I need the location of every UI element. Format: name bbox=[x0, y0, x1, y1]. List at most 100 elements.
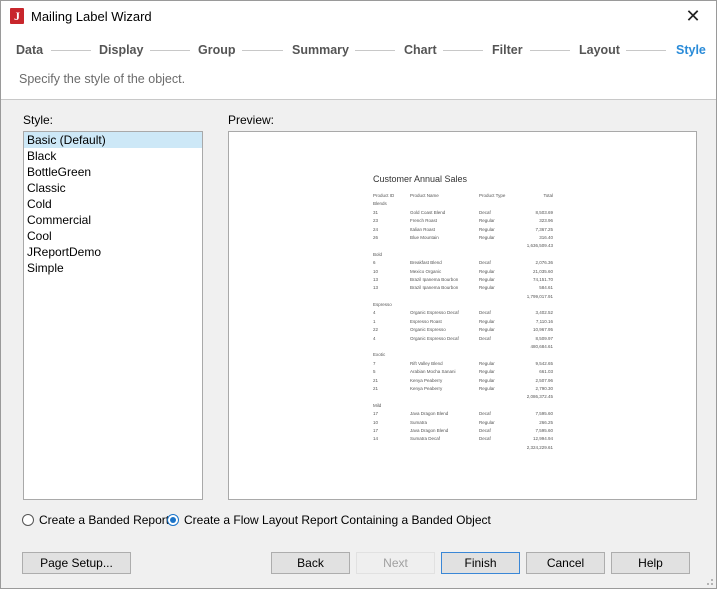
report-cell: Decaf bbox=[479, 209, 491, 215]
step-style[interactable]: Style bbox=[676, 43, 706, 57]
report-cell: 10 bbox=[373, 268, 379, 274]
report-cell: 21 bbox=[373, 377, 379, 383]
report-cell: Regular bbox=[479, 318, 495, 324]
style-list-item[interactable]: Commercial bbox=[24, 212, 202, 228]
report-cell: 7 bbox=[373, 360, 376, 366]
report-cell: Brazil Ipanema Bourbon bbox=[410, 285, 459, 291]
step-display[interactable]: Display bbox=[99, 43, 143, 57]
report-row: 4 Organic Espresso Decaf Decaf 8,509.97 bbox=[373, 336, 553, 344]
style-list-item[interactable]: Black bbox=[24, 148, 202, 164]
flow-layout-label[interactable]: Create a Flow Layout Report Containing a… bbox=[184, 513, 491, 527]
report-cell: 2,076.36 bbox=[535, 260, 553, 266]
preview-label: Preview: bbox=[228, 113, 275, 127]
cancel-button[interactable]: Cancel bbox=[526, 552, 605, 574]
report-row: Bold bbox=[373, 252, 553, 260]
report-cell: Sumatra Decaf bbox=[410, 436, 441, 442]
style-list-item[interactable]: Simple bbox=[24, 260, 202, 276]
report-header-row: Product ID Product Name Product Type Tot… bbox=[373, 193, 553, 201]
report-row: 13 Brazil Ipanema Bourbon Regular 74,151.70 bbox=[373, 277, 553, 285]
report-row: 23 French Roast Regular 323.96 bbox=[373, 218, 553, 226]
page-setup-button[interactable]: Page Setup... bbox=[22, 552, 131, 574]
report-row: 22 Organic Espresso Regular 10,967.95 bbox=[373, 327, 553, 335]
style-list[interactable]: Basic (Default) Black BottleGreen Classic Co… bbox=[23, 131, 203, 500]
report-row: 17 Java Dragon Blend Decaf 7,595.60 bbox=[373, 428, 553, 436]
report-cell: 6 bbox=[373, 260, 376, 266]
instruction-area: Specify the style of the object. bbox=[1, 68, 716, 100]
report-cell: 4 bbox=[373, 335, 376, 341]
style-list-item[interactable]: Basic (Default) bbox=[24, 132, 202, 148]
report-cell: 22 bbox=[373, 327, 379, 333]
report-cell: Kenya Peaberry bbox=[410, 377, 443, 383]
report-cell: Regular bbox=[479, 327, 495, 333]
report-row: 17 Java Dragon Blend Decaf 7,595.60 bbox=[373, 411, 553, 419]
report-cell: Regular bbox=[479, 385, 495, 391]
report-cell: Java Dragon Blend bbox=[410, 411, 449, 417]
report-cell: Decaf bbox=[479, 427, 491, 433]
report-cell: Decaf bbox=[479, 335, 491, 341]
report-cell: Regular bbox=[479, 369, 495, 375]
report-cell: 2,790.30 bbox=[535, 385, 553, 391]
help-button[interactable]: Help bbox=[611, 552, 690, 574]
banded-report-radio[interactable] bbox=[22, 514, 34, 526]
report-cell: 17 bbox=[373, 427, 379, 433]
report-row: 21 Kenya Peaberry Regular 2,790.30 bbox=[373, 386, 553, 394]
report-cell: Gold Coast Blend bbox=[410, 209, 446, 215]
report-cell: 21,035.60 bbox=[532, 268, 553, 274]
style-label: Style: bbox=[23, 113, 54, 127]
flow-layout-radio[interactable] bbox=[167, 514, 179, 526]
step-divider bbox=[150, 50, 190, 51]
report-cell: 1 bbox=[373, 318, 376, 324]
report-row: 13 Brazil Ipanema Bourbon Regular 584.61 bbox=[373, 285, 553, 293]
report-cell: 10 bbox=[373, 419, 379, 425]
report-cell: Regular bbox=[479, 234, 495, 240]
report-cell: Organic Espresso bbox=[410, 327, 446, 333]
step-group[interactable]: Group bbox=[198, 43, 236, 57]
report-cell: 13 bbox=[373, 276, 379, 282]
report-row: 31 Gold Coast Blend Decaf 8,503.69 bbox=[373, 210, 553, 218]
wizard-steps: Data Display Group Summary Chart Filter … bbox=[1, 32, 716, 68]
report-cell: Espresso Roast bbox=[410, 318, 442, 324]
flow-layout-option[interactable]: Create a Flow Layout Report Containing a… bbox=[167, 513, 491, 527]
report-cell: Espresso bbox=[373, 302, 392, 308]
report-cell: 323.96 bbox=[539, 218, 553, 224]
step-filter[interactable]: Filter bbox=[492, 43, 523, 57]
report-cell: Blends bbox=[373, 201, 387, 207]
instruction-text: Specify the style of the object. bbox=[19, 72, 186, 86]
report-cell: 5 bbox=[373, 369, 376, 375]
report-cell: Italian Roast bbox=[410, 226, 436, 232]
report-cell: 24 bbox=[373, 226, 379, 232]
step-divider bbox=[626, 50, 666, 51]
report-row: 480,684.61 bbox=[373, 344, 553, 352]
style-list-item[interactable]: BottleGreen bbox=[24, 164, 202, 180]
report-cell: Regular bbox=[479, 360, 495, 366]
report-row: 7 Rift Valley Blend Regular 9,542.65 bbox=[373, 361, 553, 369]
step-chart[interactable]: Chart bbox=[404, 43, 437, 57]
report-cell: Regular bbox=[479, 276, 495, 282]
finish-button[interactable]: Finish bbox=[441, 552, 520, 574]
style-list-item[interactable]: Cold bbox=[24, 196, 202, 212]
report-header-cell: Product ID bbox=[373, 193, 395, 198]
banded-report-label[interactable]: Create a Banded Report bbox=[39, 513, 169, 527]
title-bar: J Mailing Label Wizard ✕ bbox=[1, 1, 716, 32]
report-preview: Customer Annual Sales Product ID Product… bbox=[373, 174, 553, 453]
back-button[interactable]: Back bbox=[271, 552, 350, 574]
style-list-item[interactable]: JReportDemo bbox=[24, 244, 202, 260]
resize-grip-icon[interactable] bbox=[704, 576, 714, 586]
report-cell: 7,110.16 bbox=[535, 318, 553, 324]
report-row: Mild bbox=[373, 403, 553, 411]
step-data[interactable]: Data bbox=[16, 43, 43, 57]
close-button[interactable]: ✕ bbox=[670, 1, 716, 32]
step-summary[interactable]: Summary bbox=[292, 43, 349, 57]
report-cell: 26 bbox=[373, 234, 379, 240]
next-button[interactable]: Next bbox=[356, 552, 435, 574]
banded-report-option[interactable]: Create a Banded Report bbox=[22, 513, 169, 527]
report-cell: 480,684.61 bbox=[530, 344, 553, 350]
report-cell: 2,324,229.61 bbox=[526, 444, 553, 450]
step-layout[interactable]: Layout bbox=[579, 43, 620, 57]
style-list-item[interactable]: Classic bbox=[24, 180, 202, 196]
style-list-item[interactable]: Cool bbox=[24, 228, 202, 244]
report-rows: Blends 31 Gold Coast Blend Decaf 8,503.69 23 F… bbox=[373, 201, 553, 453]
report-cell: 2,086,372.45 bbox=[526, 394, 553, 400]
report-row: Espresso bbox=[373, 302, 553, 310]
window-title: Mailing Label Wizard bbox=[31, 9, 152, 24]
